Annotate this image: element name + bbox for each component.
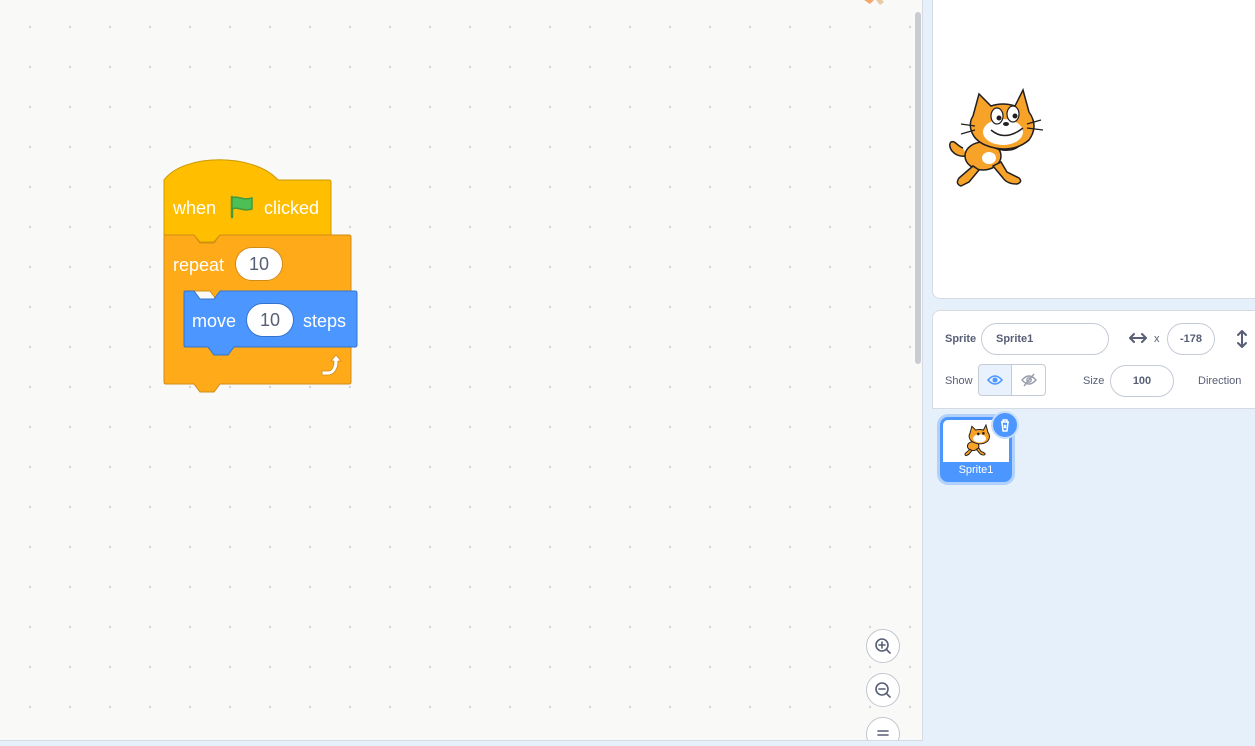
trash-icon: [1001, 419, 1009, 432]
repeat-count-input[interactable]: 10: [235, 247, 283, 281]
delete-sprite-button[interactable]: [991, 411, 1019, 439]
stage[interactable]: [932, 0, 1255, 299]
size-input[interactable]: 100: [1110, 365, 1174, 397]
x-position-input[interactable]: -178: [1167, 323, 1215, 355]
zoom-reset-icon: [877, 730, 889, 736]
zoom-in-button[interactable]: [866, 629, 900, 663]
repeat-label: repeat: [173, 255, 224, 275]
move-steps-input[interactable]: 10: [246, 303, 294, 337]
cat-sprite[interactable]: [945, 86, 1045, 194]
move-steps-suffix: steps: [303, 311, 346, 331]
x-label: x: [1154, 333, 1160, 345]
workspace-scrollbar[interactable]: [915, 12, 921, 364]
show-visible-toggle[interactable]: [978, 364, 1012, 396]
code-workspace[interactable]: when clicked repeat 10 move steps 10: [0, 0, 923, 741]
size-label: Size: [1083, 375, 1105, 387]
show-label: Show: [945, 375, 973, 387]
repeat-count-value: 10: [248, 253, 270, 274]
eye-slash-icon: [1020, 373, 1037, 387]
sprite-tile-name: Sprite1: [958, 464, 994, 476]
sprite-name-input[interactable]: Sprite1: [981, 323, 1109, 355]
zoom-in-icon: [875, 638, 891, 654]
zoom-out-icon: [875, 682, 891, 698]
move-steps-value: 10: [259, 309, 281, 330]
zoom-out-button[interactable]: [866, 673, 900, 707]
x-position-arrows-icon: [1129, 333, 1147, 343]
sprite-info-panel: Sprite Sprite1 x -178 Show Size 100 Dire…: [932, 310, 1255, 409]
show-hidden-toggle[interactable]: [1012, 364, 1046, 396]
sprite-label: Sprite: [945, 333, 977, 345]
direction-label: Direction: [1198, 375, 1242, 387]
hat-word-clicked: clicked: [264, 198, 319, 218]
when-flag-clicked-block[interactable]: when clicked: [160, 155, 360, 245]
cat-thumbnail-icon: [964, 423, 990, 457]
partial-block-fragment: [864, 0, 884, 5]
y-position-arrows-icon: [1237, 330, 1247, 348]
zoom-reset-button[interactable]: [866, 717, 900, 740]
hat-word-when: when: [172, 198, 216, 218]
move-label: move: [192, 311, 236, 331]
eye-icon: [987, 375, 1003, 385]
